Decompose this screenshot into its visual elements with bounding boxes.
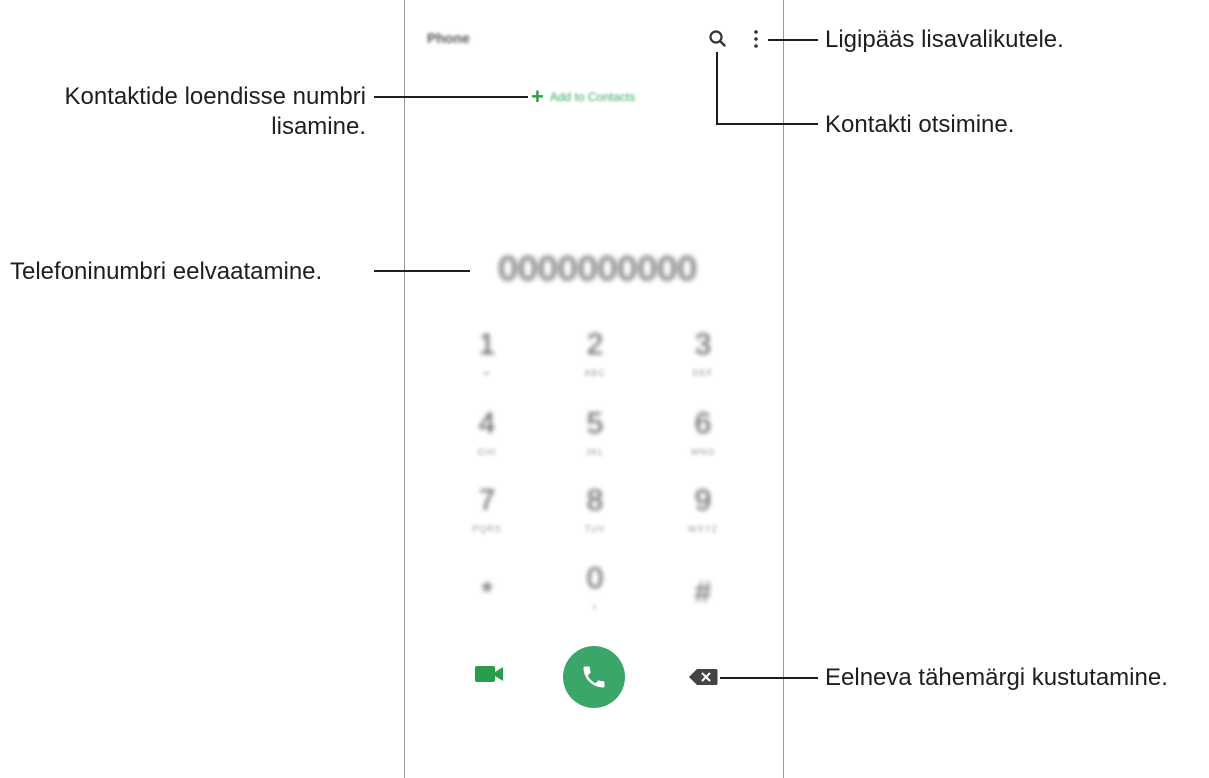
key-letters: ABC [584, 368, 606, 378]
app-title: Phone [427, 30, 470, 46]
key-digit: * [481, 576, 493, 609]
callout-line-number-preview [374, 270, 470, 272]
key-digit: 2 [586, 328, 604, 361]
callout-line-add-to-contacts [374, 96, 528, 98]
key-letters: WXYZ [688, 524, 718, 534]
callout-number-preview: Telefoninumbri eelvaatamine. [10, 258, 323, 285]
key-digit: # [694, 576, 712, 609]
key-digit: 8 [586, 484, 604, 517]
search-icon[interactable] [707, 28, 729, 50]
key-digit: 1 [478, 328, 496, 361]
key-letters: JKL [585, 447, 605, 457]
callout-line-search-vertical [716, 52, 718, 125]
add-to-contacts-button[interactable]: + Add to Contacts [531, 84, 635, 110]
plus-icon: + [531, 84, 544, 109]
call-button[interactable] [563, 646, 625, 708]
add-to-contacts-label: Add to Contacts [549, 90, 636, 104]
key-letters: + [591, 602, 599, 612]
key-letters: ∞ [483, 368, 491, 378]
callout-delete-char: Eelneva tähemärgi kustutamine. [825, 664, 1168, 691]
key-digit: 3 [694, 328, 712, 361]
callout-search: Kontakti otsimine. [825, 111, 1015, 138]
phone-dialer-screen: Phone + Add to Contacts 0000000000 1 ∞ 2… [404, 0, 784, 778]
callout-add-to-contacts: Kontaktide loendisse numbri lisamine. [20, 82, 366, 142]
callout-line-delete-char [720, 677, 818, 679]
keypad-key-0[interactable]: 0 + [550, 560, 640, 630]
key-digit: 0 [586, 562, 604, 595]
phone-icon [583, 666, 605, 688]
keypad-key-2[interactable]: 2 ABC [550, 326, 640, 396]
more-options-icon[interactable] [750, 27, 762, 51]
video-call-icon[interactable] [474, 662, 504, 686]
key-digit: 7 [478, 484, 496, 517]
keypad-key-6[interactable]: 6 MNO [658, 405, 748, 475]
key-letters: TUV [584, 524, 606, 534]
callout-more-options: Ligipääs lisavalikutele. [825, 26, 1064, 53]
keypad-key-8[interactable]: 8 TUV [550, 482, 640, 552]
callout-add-to-contacts-line2: lisamine. [271, 113, 366, 140]
keypad-key-1[interactable]: 1 ∞ [442, 326, 532, 396]
callout-line-search-horizontal [716, 123, 818, 125]
keypad-key-star[interactable]: * [442, 574, 532, 644]
number-preview: 0000000000 [498, 250, 698, 288]
key-digit: 6 [694, 407, 712, 440]
keypad-key-5[interactable]: 5 JKL [550, 405, 640, 475]
keypad-key-7[interactable]: 7 PQRS [442, 482, 532, 552]
key-letters: GHI [477, 447, 497, 457]
callout-line-more-options [768, 39, 818, 41]
key-letters: PQRS [472, 524, 502, 534]
keypad-key-hash[interactable]: # [658, 574, 748, 644]
keypad-key-3[interactable]: 3 DEF [658, 326, 748, 396]
key-letters: MNO [691, 447, 715, 457]
keypad-key-9[interactable]: 9 WXYZ [658, 482, 748, 552]
backspace-icon[interactable] [688, 668, 718, 686]
key-digit: 4 [478, 407, 496, 440]
callout-add-to-contacts-line1: Kontaktide loendisse numbri [64, 83, 366, 110]
key-digit: 9 [694, 484, 712, 517]
keypad-key-4[interactable]: 4 GHI [442, 405, 532, 475]
key-letters: DEF [692, 368, 714, 378]
key-digit: 5 [586, 407, 604, 440]
